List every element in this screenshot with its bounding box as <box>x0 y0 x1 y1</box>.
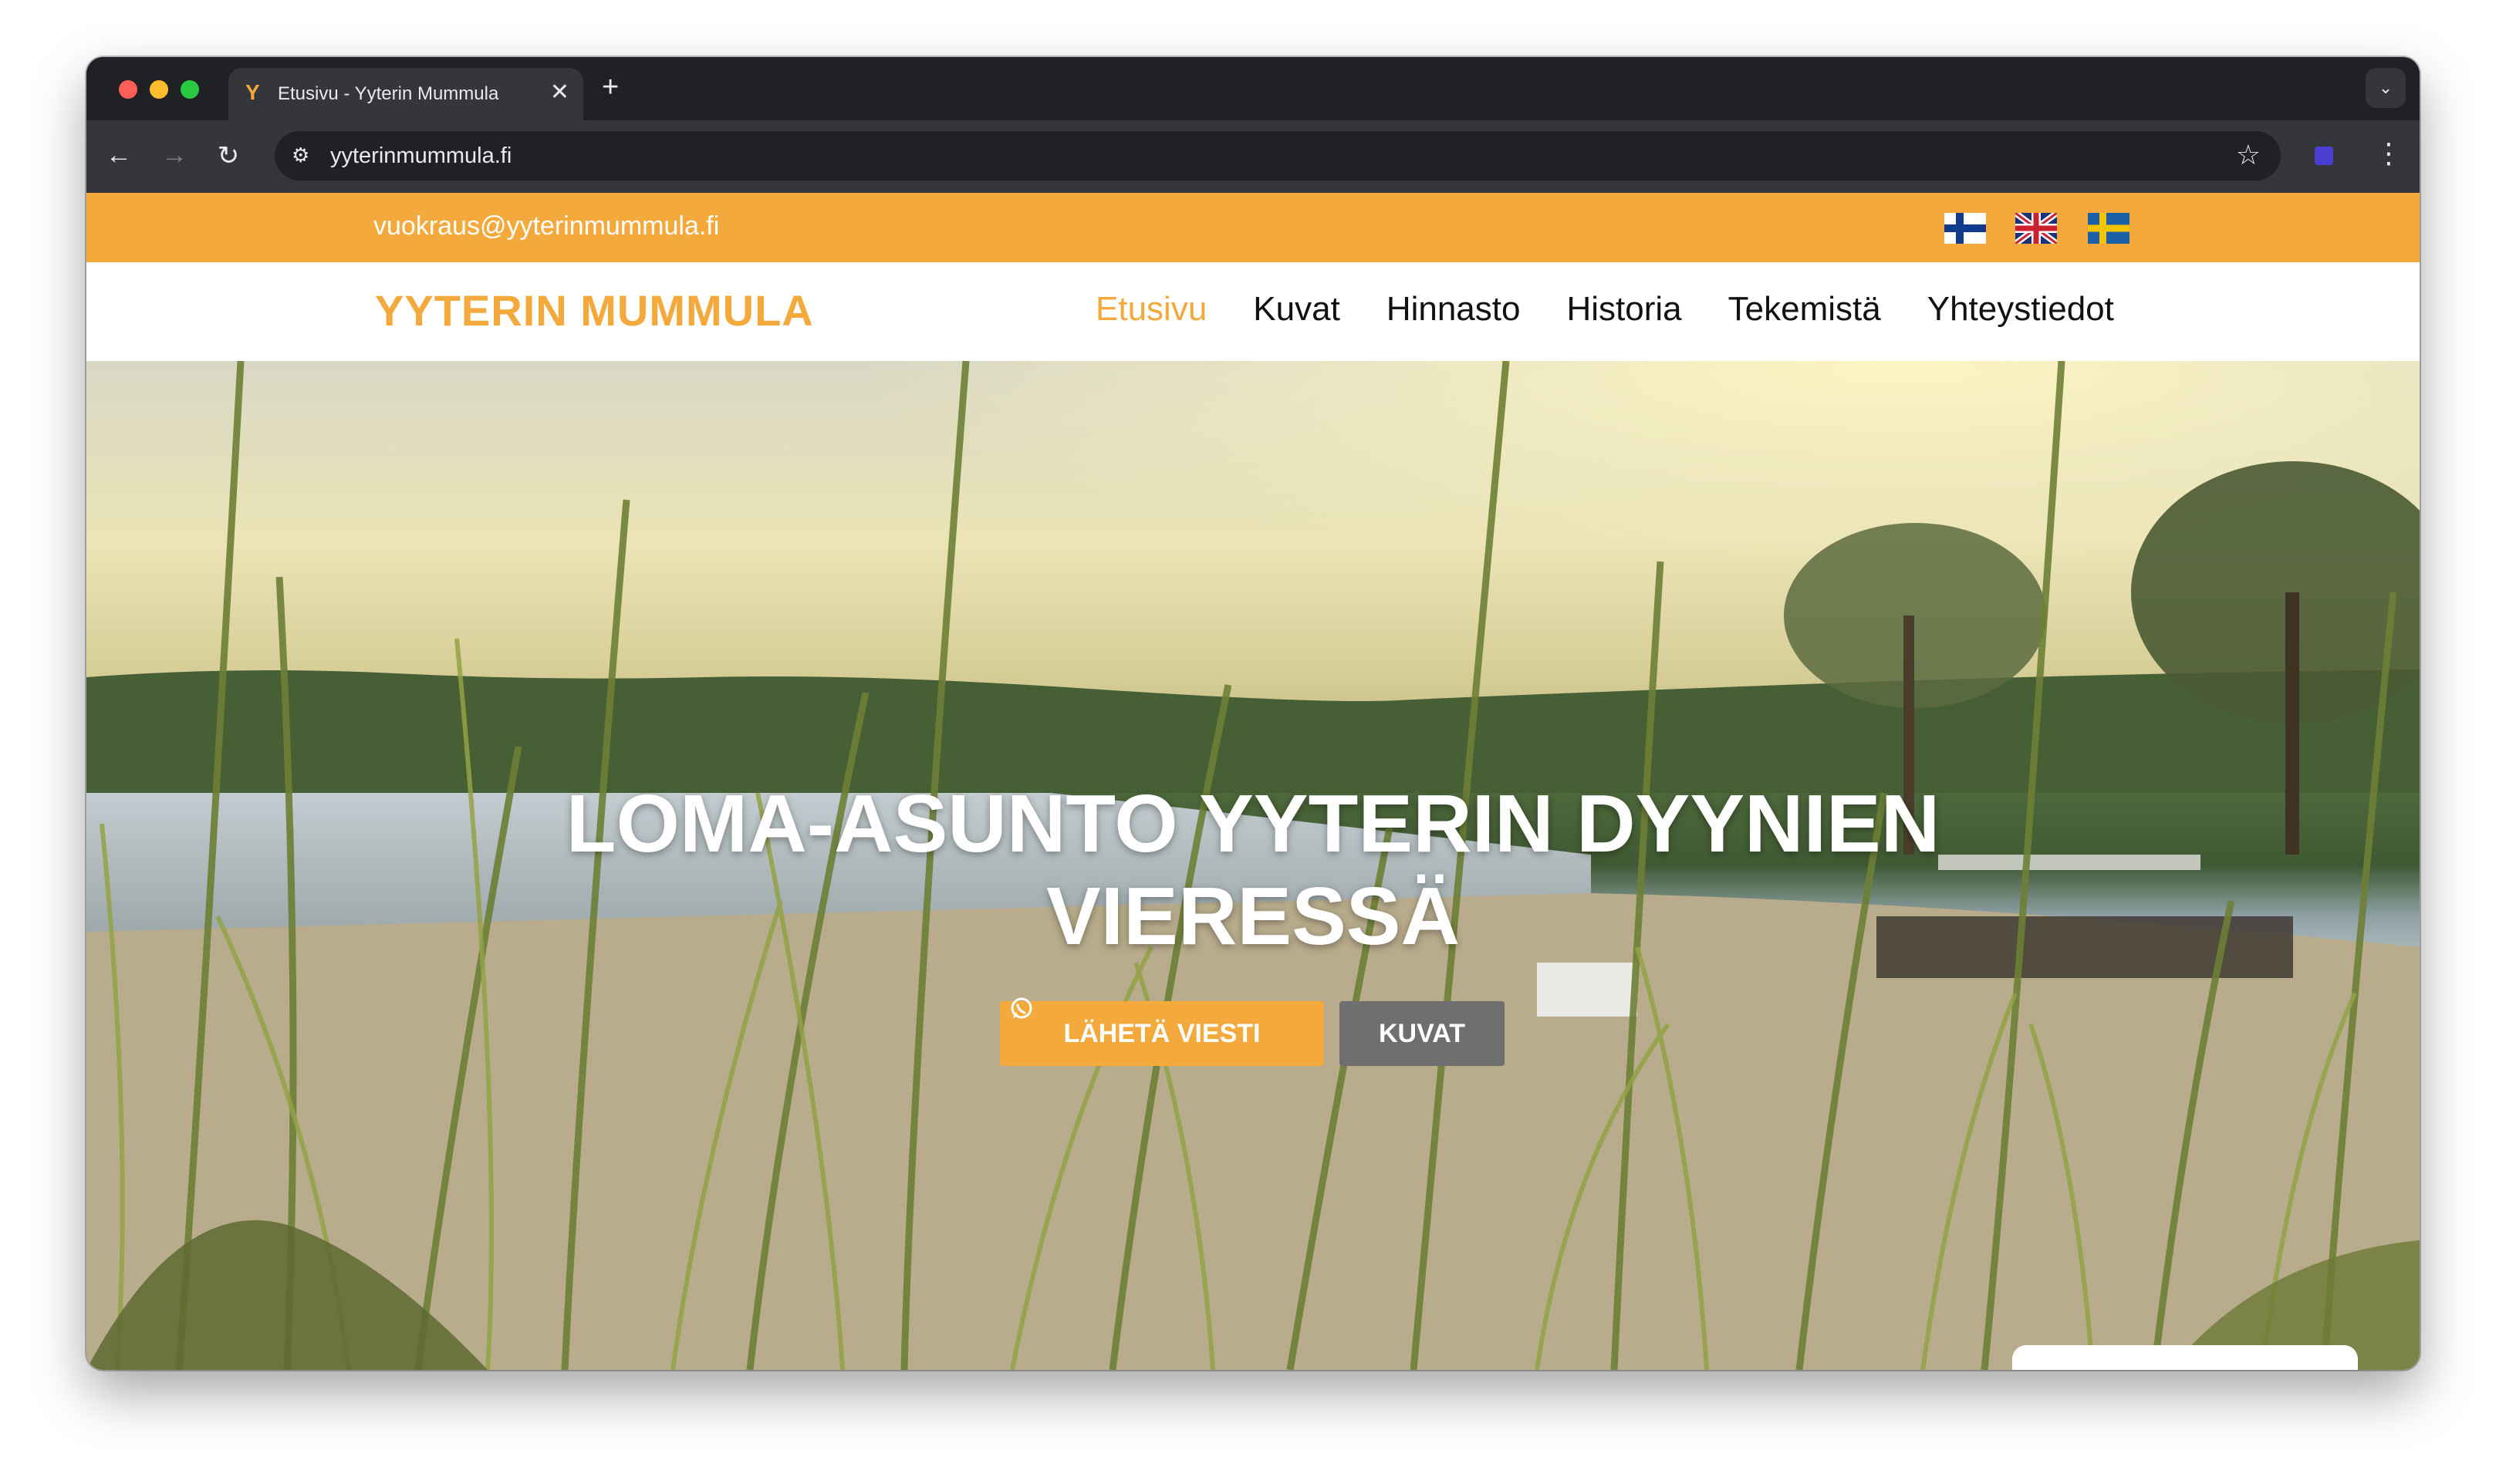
more-vert-icon[interactable]: ⋮ <box>2375 137 2403 170</box>
photos-button[interactable]: KUVAT <box>1339 1001 1505 1066</box>
star-icon[interactable]: ☆ <box>2236 139 2261 171</box>
browser-toolbar: ← → ↻ ⚙ yyterinmummula.fi ☆ ⋮ <box>86 120 2420 193</box>
send-message-label: LÄHETÄ VIESTI <box>1063 1019 1261 1048</box>
finnish-flag-icon[interactable] <box>1944 213 1986 244</box>
whatsapp-icon <box>1011 997 1032 1019</box>
contact-email-link[interactable]: vuokraus@yyterinmummula.fi <box>373 211 719 241</box>
close-tab-icon[interactable]: ✕ <box>550 79 569 106</box>
close-window-button[interactable] <box>119 80 137 99</box>
zoom-window-button[interactable] <box>181 80 199 99</box>
send-message-button[interactable]: LÄHETÄ VIESTI <box>1000 997 1324 1066</box>
tab-title: Etusivu - Yyterin Mummula <box>278 83 499 104</box>
hero-title: LOMA-ASUNTO YYTERIN DYYNIEN VIERESSÄ <box>86 777 2420 963</box>
site-navbar: YYTERIN MUMMULA Etusivu Kuvat Hinnasto H… <box>86 262 2420 361</box>
swedish-flag-icon[interactable] <box>2088 213 2129 244</box>
forward-arrow-icon[interactable]: → <box>159 140 190 170</box>
back-arrow-icon[interactable]: ← <box>103 140 134 170</box>
site-logo[interactable]: YYTERIN MUMMULA <box>375 285 814 336</box>
extension-icon[interactable] <box>2315 147 2333 165</box>
hero-title-line-2: VIERESSÄ <box>1045 871 1461 962</box>
page-viewport: vuokraus@yyterinmummula.fi YYTERIN MUMMU… <box>86 193 2420 1370</box>
hero-section: LOMA-ASUNTO YYTERIN DYYNIEN VIERESSÄ LÄH… <box>86 361 2420 1370</box>
nav-item-kuvat[interactable]: Kuvat <box>1253 290 1340 329</box>
reload-icon[interactable]: ↻ <box>213 140 244 171</box>
tune-icon[interactable]: ⚙ <box>292 143 309 167</box>
url-text[interactable]: yyterinmummula.fi <box>330 143 512 169</box>
top-contact-bar: vuokraus@yyterinmummula.fi <box>86 193 2420 262</box>
favicon-icon: Y <box>245 80 260 104</box>
english-flag-icon[interactable] <box>2015 213 2057 244</box>
chevron-down-icon[interactable]: ⌄ <box>2366 68 2406 108</box>
browser-window: Y Etusivu - Yyterin Mummula ✕ + ⌄ ← → ↻ … <box>86 57 2420 1370</box>
nav-item-etusivu[interactable]: Etusivu <box>1096 290 1207 329</box>
tab-strip: Y Etusivu - Yyterin Mummula ✕ + ⌄ <box>86 57 2420 120</box>
new-tab-button[interactable]: + <box>602 71 619 104</box>
nav-item-historia[interactable]: Historia <box>1566 290 1681 329</box>
nav-item-hinnasto[interactable]: Hinnasto <box>1386 290 1521 329</box>
nav-item-yhteystiedot[interactable]: Yhteystiedot <box>1927 290 2114 329</box>
nav-item-tekemista[interactable]: Tekemistä <box>1728 290 1881 329</box>
browser-tab[interactable]: Y Etusivu - Yyterin Mummula ✕ <box>228 68 583 120</box>
main-menu: Etusivu Kuvat Hinnasto Historia Tekemist… <box>1096 290 2160 329</box>
address-bar[interactable]: ⚙ yyterinmummula.fi ☆ <box>275 131 2281 180</box>
minimize-window-button[interactable] <box>150 80 168 99</box>
cookie-widget-tab[interactable] <box>2012 1345 2358 1370</box>
hero-title-line-1: LOMA-ASUNTO YYTERIN DYYNIEN <box>566 778 1940 869</box>
